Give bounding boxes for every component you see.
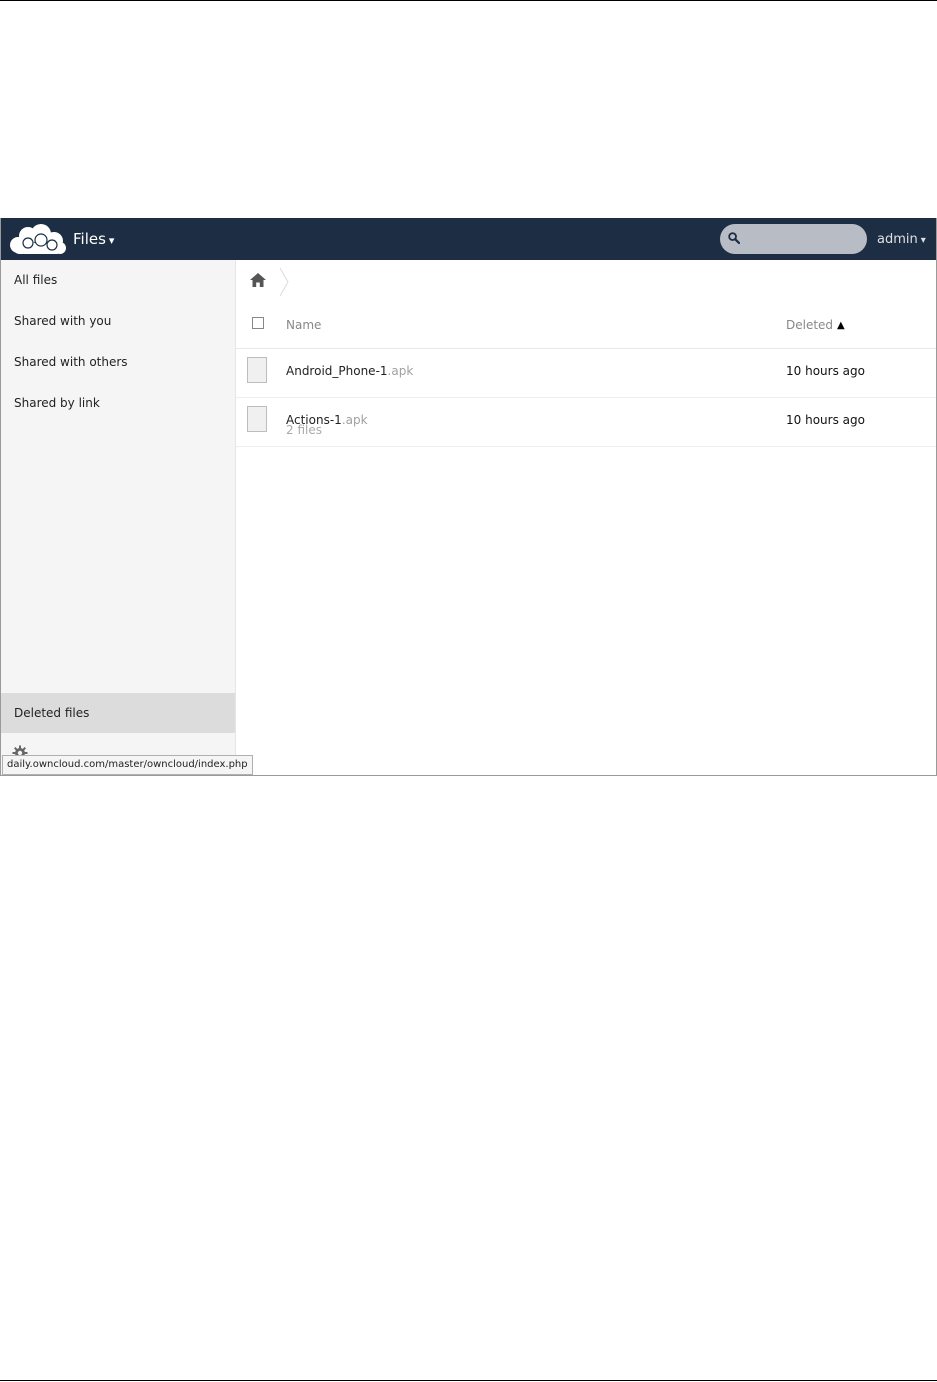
chevron-down-icon: ▾: [920, 235, 926, 246]
sort-ascending-icon: ▲: [837, 320, 845, 331]
file-extension: .apk: [387, 364, 414, 378]
user-name: admin: [877, 232, 918, 247]
column-header-name[interactable]: Name: [286, 318, 321, 332]
sidebar: All files Shared with you Shared with ot…: [1, 260, 236, 775]
sidebar-item-shared-with-others[interactable]: Shared with others: [1, 342, 235, 382]
breadcrumb-separator: [279, 268, 289, 296]
page-bottom-rule: [0, 1380, 937, 1381]
table-row[interactable]: Actions-1.apk 10 hours ago: [236, 398, 936, 447]
browser-window: Files ▾ admin ▾ All files Shared with you …: [0, 218, 937, 776]
file-basename: Android_Phone-1: [286, 364, 388, 378]
sidebar-item-shared-with-you[interactable]: Shared with you: [1, 301, 235, 341]
table-header: Name Deleted ▲: [236, 308, 936, 349]
app-menu-button[interactable]: Files ▾: [73, 230, 114, 248]
file-icon: [247, 357, 267, 383]
sidebar-item-label: Shared with you: [14, 314, 112, 328]
search-box[interactable]: [720, 224, 867, 254]
chevron-down-icon: ▾: [108, 234, 115, 247]
sidebar-item-deleted-files[interactable]: Deleted files: [1, 693, 235, 733]
app-header: Files ▾ admin ▾: [1, 218, 936, 260]
file-count-summary: 2 files: [286, 423, 322, 437]
sidebar-item-all-files[interactable]: All files: [1, 260, 235, 300]
sidebar-item-label: All files: [14, 273, 58, 287]
search-input[interactable]: [748, 228, 862, 252]
user-menu-button[interactable]: admin ▾: [877, 232, 926, 247]
owncloud-logo[interactable]: [8, 223, 66, 255]
sidebar-item-shared-by-link[interactable]: Shared by link: [1, 383, 235, 423]
file-name[interactable]: Android_Phone-1.apk: [286, 364, 413, 378]
page-top-rule: [0, 0, 937, 1]
home-icon[interactable]: [250, 273, 266, 287]
file-list-area: Name Deleted ▲ Android_Phone-1.apk 10 ho…: [236, 260, 936, 775]
column-header-deleted[interactable]: Deleted: [786, 318, 833, 332]
table-row[interactable]: Android_Phone-1.apk 10 hours ago: [236, 349, 936, 398]
deleted-time: 10 hours ago: [786, 413, 865, 427]
file-extension: .apk: [341, 413, 368, 427]
deleted-time: 10 hours ago: [786, 364, 865, 378]
sidebar-item-label: Shared with others: [14, 355, 128, 369]
select-all-checkbox[interactable]: [252, 317, 264, 329]
app-title: Files: [73, 230, 106, 248]
file-icon: [247, 406, 267, 432]
sidebar-item-label: Deleted files: [14, 706, 90, 720]
search-icon: [728, 232, 740, 244]
sidebar-item-label: Shared by link: [14, 396, 100, 410]
link-status-tooltip: daily.owncloud.com/master/owncloud/index…: [2, 755, 253, 775]
